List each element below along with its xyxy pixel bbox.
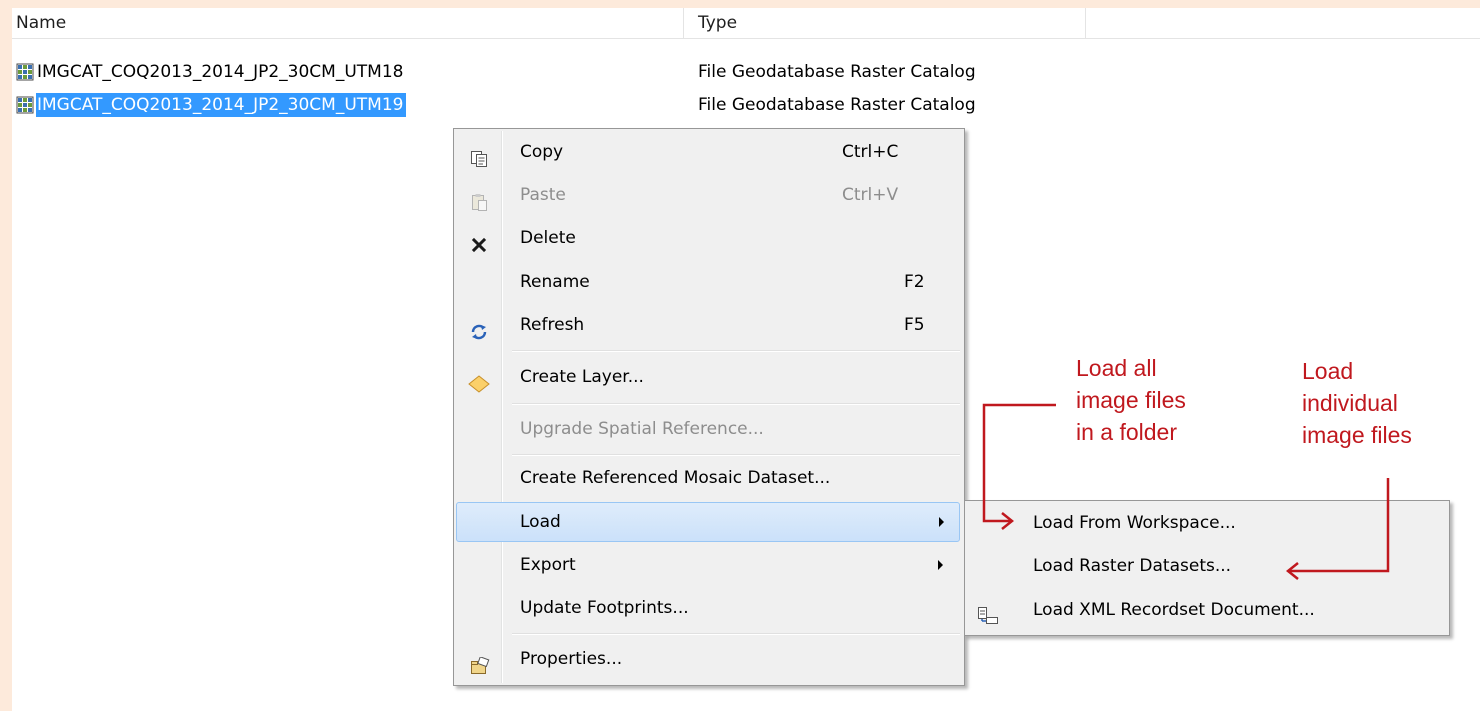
annotation-arrow-workspace: [982, 403, 1056, 523]
annotation-arrows: [982, 403, 1390, 580]
annotation-arrow-raster: [1290, 478, 1390, 573]
